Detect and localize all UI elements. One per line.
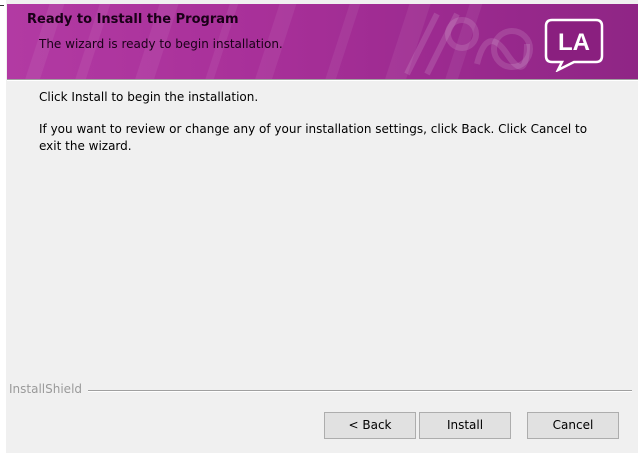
back-button[interactable]: < Back [324, 412, 416, 439]
install-button[interactable]: Install [419, 412, 511, 439]
left-edge [0, 0, 6, 453]
page-subtitle: The wizard is ready to begin installatio… [39, 37, 283, 51]
left-tick [0, 5, 4, 6]
footer-separator-highlight [88, 391, 632, 392]
la-logo-icon: LA [544, 18, 604, 72]
instruction-text: Click Install to begin the installation. [39, 90, 259, 104]
installshield-label: InstallShield [9, 382, 83, 396]
logo-text: LA [558, 29, 590, 56]
page-title: Ready to Install the Program [27, 12, 239, 27]
header-banner: Ready to Install the Program The wizard … [7, 4, 638, 79]
banner-divider-highlight [7, 80, 638, 81]
review-text: If you want to review or change any of y… [39, 122, 588, 153]
installer-window: Ready to Install the Program The wizard … [0, 0, 638, 453]
cancel-button[interactable]: Cancel [527, 412, 619, 439]
